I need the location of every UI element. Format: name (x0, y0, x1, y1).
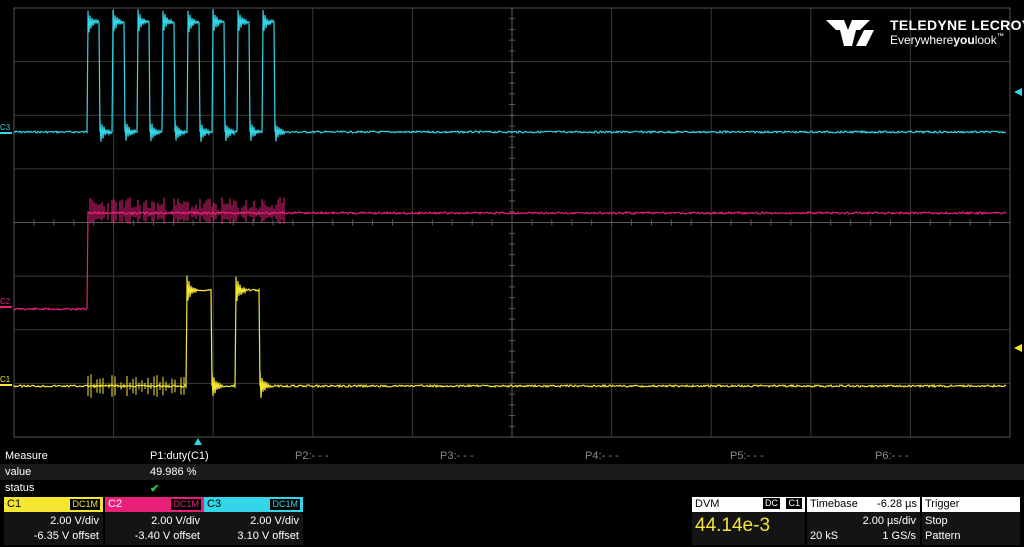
value-label: value (5, 466, 32, 478)
dvm-channel: C1 (786, 498, 802, 509)
measure-table: Measure P1:duty(C1) P2:- - - P3:- - - P4… (0, 448, 1024, 496)
timebase-delay: -6.28 µs (877, 498, 917, 510)
timebase-tdiv: 2.00 µs/div (862, 515, 916, 527)
p1-value: 49.986 % (150, 466, 197, 478)
measure-status-row: status ✔ (0, 480, 1024, 496)
param-p6[interactable]: P6:- - - (875, 450, 909, 462)
timebase-panel[interactable]: Timebase -6.28 µs 2.00 µs/div 20 kS 1 GS… (807, 497, 920, 545)
trigger-level-marker-c3 (1014, 88, 1022, 96)
dvm-coupling: DC (763, 498, 780, 509)
param-p2[interactable]: P2:- - - (295, 450, 329, 462)
dvm-title: DVM (695, 498, 720, 510)
param-p5[interactable]: P5:- - - (730, 450, 764, 462)
channel-c2-offset: -3.40 V offset (134, 530, 200, 542)
trace-c2-ringing (87, 197, 285, 225)
channel-c3-coupling: DC1M (270, 499, 300, 510)
channel-c1-vdiv: 2.00 V/div (50, 515, 99, 527)
ground-marker-c1: C1 (0, 375, 11, 384)
dvm-panel[interactable]: DVM DC C1 44.14e-3 (692, 497, 805, 545)
waveform-area: C3 C2 C1 (0, 9, 1022, 445)
status-check-icon: ✔ (150, 483, 160, 495)
channel-c3-vdiv: 2.00 V/div (250, 515, 299, 527)
trigger-panel[interactable]: Trigger Stop Pattern (922, 497, 1020, 545)
trigger-title: Trigger (925, 498, 960, 510)
channel-c1-name: C1 (7, 498, 22, 510)
scope-display[interactable]: C3 C2 C1 TELEDYNE LECROY Everywhereyoulook… (0, 0, 1024, 448)
channel-c3-name: C3 (207, 498, 222, 510)
param-p1[interactable]: P1:duty(C1) (150, 450, 209, 462)
status-label: status (5, 482, 35, 494)
param-p4[interactable]: P4:- - - (585, 450, 619, 462)
channel-c1-coupling: DC1M (70, 499, 100, 510)
lecroy-bird-icon (826, 20, 874, 46)
trigger-level-marker-c1 (1014, 344, 1022, 352)
ground-marker-c3: C3 (0, 123, 11, 132)
trigger-mode: Stop (925, 515, 948, 527)
trigger-type: Pattern (925, 530, 961, 542)
ground-marker-c2: C2 (0, 297, 11, 306)
brand-tagline: Everywhereyoulook™ (890, 33, 1004, 47)
channel-c2-descriptor[interactable]: C2 DC1M 2.00 V/div -3.40 V offset (105, 497, 204, 545)
timebase-rate: 1 GS/s (882, 530, 916, 542)
channel-c1-descriptor[interactable]: C1 DC1M 2.00 V/div -6.35 V offset (4, 497, 103, 545)
channel-c1-offset: -6.35 V offset (33, 530, 99, 542)
teledyne-lecroy-logo: TELEDYNE LECROY Everywhereyoulook™ (826, 16, 1024, 50)
param-p3[interactable]: P3:- - - (440, 450, 474, 462)
channel-c3-offset: 3.10 V offset (237, 530, 299, 542)
channel-c2-coupling: DC1M (171, 499, 201, 510)
measure-value-row: value 49.986 % (0, 464, 1024, 480)
timebase-title: Timebase (810, 498, 858, 510)
channel-c2-vdiv: 2.00 V/div (151, 515, 200, 527)
measure-label: Measure (5, 450, 48, 462)
brand-name: TELEDYNE LECROY (890, 17, 1024, 33)
timebase-samples: 20 kS (810, 530, 839, 542)
trace-c2 (13, 210, 1007, 311)
channel-c2-name: C2 (108, 498, 123, 510)
channel-c3-descriptor[interactable]: C3 DC1M 2.00 V/div 3.10 V offset (204, 497, 303, 545)
trigger-time-marker (194, 438, 202, 445)
dvm-reading: 44.14e-3 (695, 515, 771, 536)
measure-header-row: Measure P1:duty(C1) P2:- - - P3:- - - P4… (0, 448, 1024, 464)
